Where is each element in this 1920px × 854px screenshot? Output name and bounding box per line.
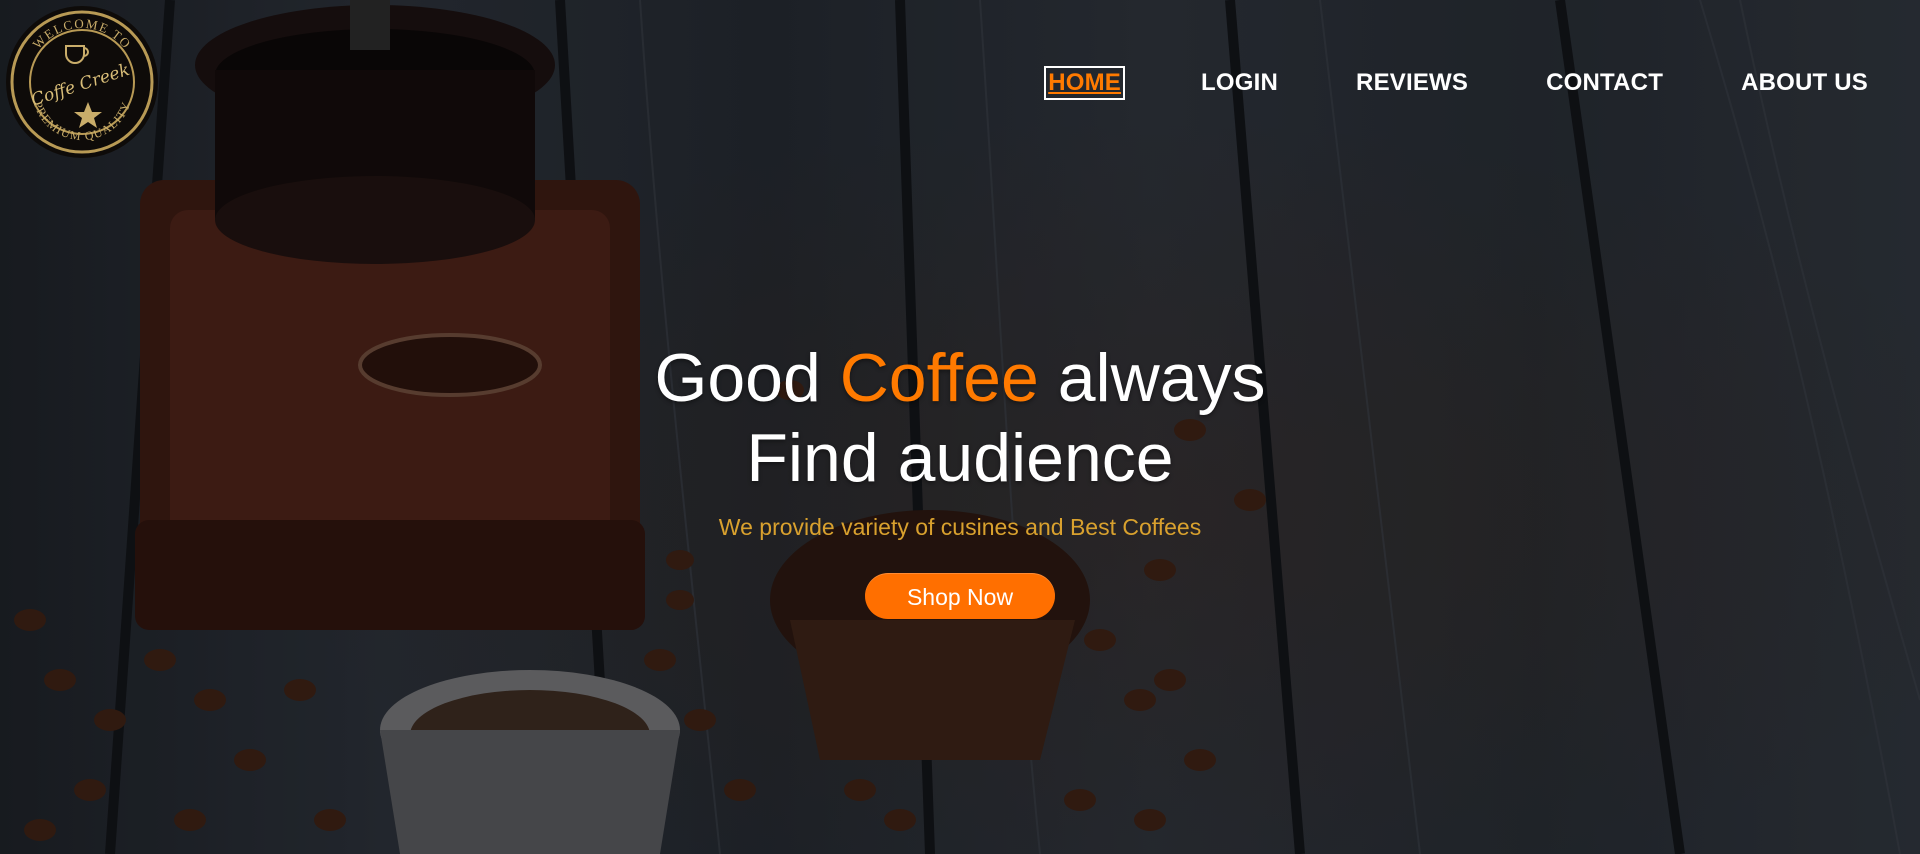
headline-part2: always [1038,340,1266,416]
main-nav: HOME LOGIN REVIEWS CONTACT ABOUT US [970,66,1870,100]
headline-line2: Find audience [746,420,1174,496]
nav-login[interactable]: LOGIN [1199,66,1280,100]
headline-part1: Good [654,340,840,416]
nav-reviews[interactable]: REVIEWS [1354,66,1470,100]
hero-content: Good Coffee always Find audience We prov… [0,338,1920,619]
nav-about-us[interactable]: ABOUT US [1739,66,1870,100]
hero-headline: Good Coffee always Find audience [0,338,1920,498]
headline-accent: Coffee [839,340,1039,416]
coffe-creek-logo[interactable]: WELCOME TO PREMIUM QUALITY Coffe Creek [4,4,160,160]
nav-home[interactable]: HOME [1044,66,1126,100]
hero-subtitle: We provide variety of cusines and Best C… [718,514,1202,540]
shop-now-button[interactable]: Shop Now [865,573,1055,619]
hero-section: WELCOME TO PREMIUM QUALITY Coffe Creek H… [0,0,1920,854]
nav-contact[interactable]: CONTACT [1544,66,1665,100]
